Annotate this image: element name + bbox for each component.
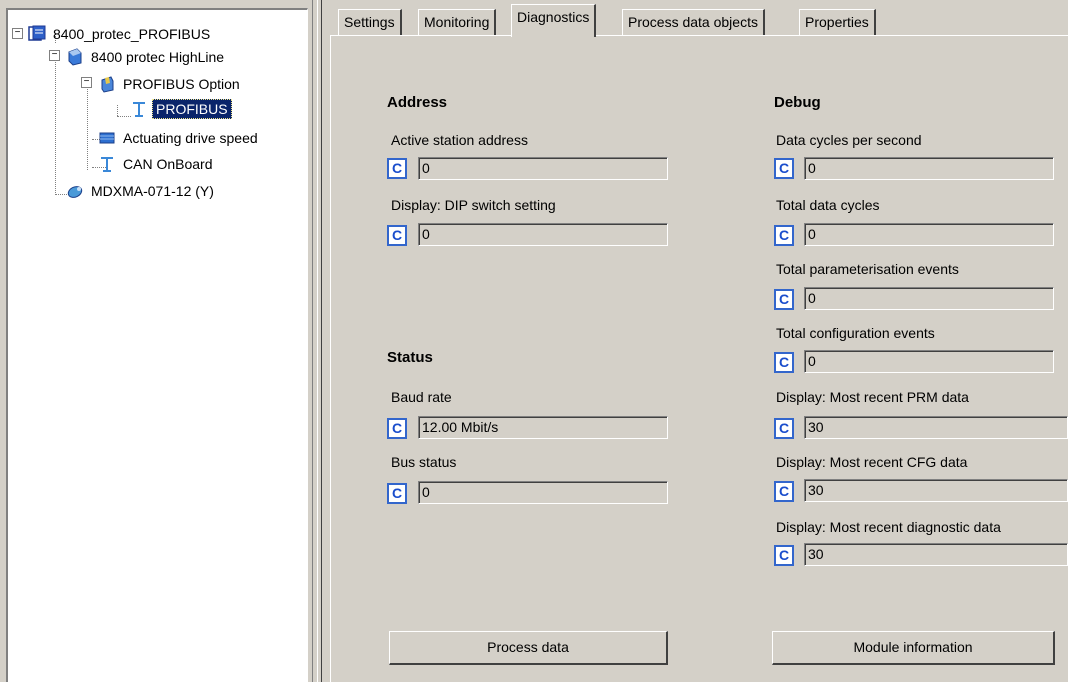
- prm-data-label: Display: Most recent PRM data: [776, 389, 969, 405]
- tree-item-profibus-option[interactable]: PROFIBUS Option: [98, 73, 243, 95]
- data-cycles-label: Data cycles per second: [776, 132, 922, 148]
- bus-icon: [98, 155, 116, 173]
- copy-button[interactable]: C: [774, 225, 794, 246]
- collapse-toggle[interactable]: −: [12, 28, 23, 39]
- tree-item-label: PROFIBUS Option: [123, 76, 240, 92]
- prm-data-field: 30: [804, 416, 1068, 439]
- bus-status-field: 0: [418, 481, 668, 504]
- config-events-field: 0: [804, 350, 1054, 373]
- total-data-cycles-label: Total data cycles: [776, 197, 880, 213]
- drive-icon: [98, 129, 116, 147]
- tree-item-profibus[interactable]: PROFIBUS: [130, 98, 232, 120]
- module-icon: [98, 75, 116, 93]
- config-events-label: Total configuration events: [776, 325, 935, 341]
- copy-button[interactable]: C: [387, 418, 407, 439]
- tab-properties[interactable]: Properties: [799, 9, 876, 35]
- tree-item-actuating-drive-speed[interactable]: Actuating drive speed: [98, 127, 261, 149]
- copy-button[interactable]: C: [387, 158, 407, 179]
- tab-monitoring[interactable]: Monitoring: [418, 9, 497, 35]
- debug-title: Debug: [774, 94, 821, 111]
- collapse-toggle[interactable]: −: [49, 50, 60, 61]
- tab-settings[interactable]: Settings: [338, 9, 402, 35]
- bus-icon: [130, 100, 148, 118]
- process-data-button[interactable]: Process data: [389, 631, 668, 665]
- copy-button[interactable]: C: [774, 481, 794, 502]
- motor-icon: [66, 182, 84, 200]
- panel-splitter[interactable]: [310, 0, 322, 682]
- tree-item-label: CAN OnBoard: [123, 156, 213, 172]
- diagnostic-data-field: 30: [804, 543, 1068, 566]
- baud-rate-field: 12.00 Mbit/s: [418, 416, 668, 439]
- copy-button[interactable]: C: [774, 418, 794, 439]
- baud-rate-label: Baud rate: [391, 389, 452, 405]
- tab-panel-edge: [330, 35, 331, 682]
- tree-item-label: 8400_protec_PROFIBUS: [53, 26, 211, 42]
- status-title: Status: [387, 349, 433, 366]
- tree-item-label: Actuating drive speed: [123, 130, 258, 146]
- tree-item-label: 8400 protec HighLine: [91, 49, 225, 65]
- copy-button[interactable]: C: [774, 158, 794, 179]
- copy-button[interactable]: C: [387, 225, 407, 246]
- bus-status-label: Bus status: [391, 454, 457, 470]
- active-station-label: Active station address: [391, 132, 528, 148]
- tree-item-label: MDXMA-071-12 (Y): [91, 183, 214, 199]
- tree-item-device[interactable]: 8400 protec HighLine: [66, 46, 227, 68]
- collapse-toggle[interactable]: −: [81, 77, 92, 88]
- tab-diagnostics[interactable]: Diagnostics: [511, 4, 597, 37]
- tree-item-motor[interactable]: MDXMA-071-12 (Y): [66, 180, 217, 202]
- address-title: Address: [387, 94, 448, 111]
- cfg-data-field: 30: [804, 479, 1068, 502]
- active-station-field: 0: [418, 157, 668, 180]
- copy-button[interactable]: C: [387, 483, 407, 504]
- copy-button[interactable]: C: [774, 352, 794, 373]
- tab-panel-border: [330, 35, 1068, 36]
- project-icon: [28, 25, 46, 43]
- dip-switch-label: Display: DIP switch setting: [391, 197, 556, 213]
- total-data-cycles-field: 0: [804, 223, 1054, 246]
- copy-button[interactable]: C: [774, 289, 794, 310]
- copy-button[interactable]: C: [774, 545, 794, 566]
- tree-item-label: PROFIBUS: [152, 99, 232, 119]
- tab-process-data-objects[interactable]: Process data objects: [622, 9, 765, 35]
- data-cycles-field: 0: [804, 157, 1054, 180]
- module-information-button[interactable]: Module information: [772, 631, 1055, 665]
- diagnostic-data-label: Display: Most recent diagnostic data: [776, 519, 1001, 535]
- dip-switch-field: 0: [418, 223, 668, 246]
- tree-item-project[interactable]: 8400_protec_PROFIBUS: [28, 23, 213, 45]
- param-events-label: Total parameterisation events: [776, 261, 959, 277]
- cfg-data-label: Display: Most recent CFG data: [776, 454, 968, 470]
- tree-item-can-onboard[interactable]: CAN OnBoard: [98, 153, 215, 175]
- device-icon: [66, 48, 84, 66]
- param-events-field: 0: [804, 287, 1054, 310]
- project-tree[interactable]: − 8400_protec_PROFIBUS − 8400 protec Hig…: [6, 8, 308, 682]
